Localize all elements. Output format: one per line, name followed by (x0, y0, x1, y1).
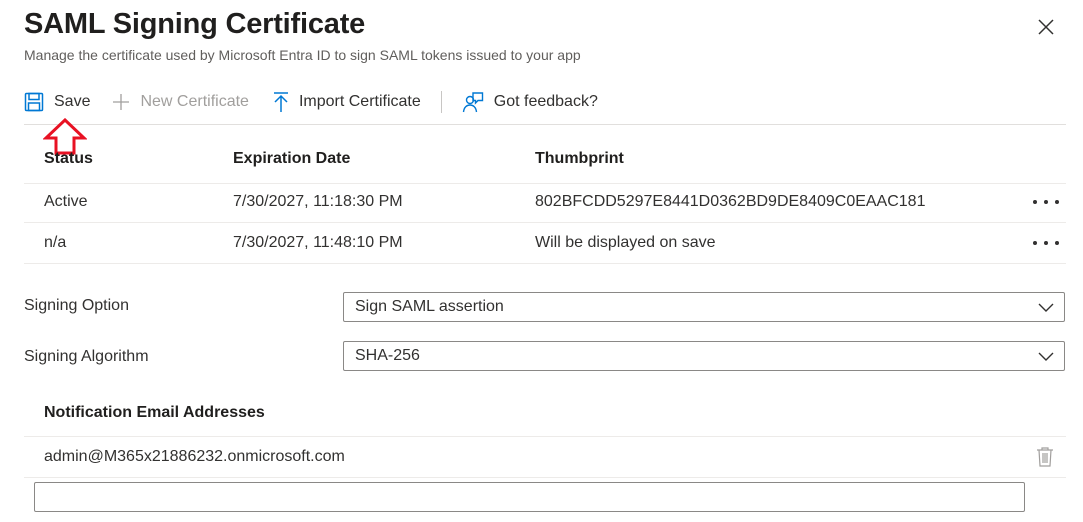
save-label: Save (54, 93, 91, 110)
notification-email: admin@M365x21886232.onmicrosoft.com (44, 448, 345, 465)
feedback-icon (462, 92, 483, 113)
cell-thumbprint: 802BFCDD5297E8441D0362BD9DE8409C0EAAC181 (535, 193, 926, 210)
new-certificate-button[interactable]: New Certificate (112, 84, 249, 120)
chevron-down-icon (1038, 352, 1054, 361)
notification-emails-header: Notification Email Addresses (44, 404, 265, 421)
import-certificate-label: Import Certificate (298, 93, 421, 110)
trash-icon (1037, 447, 1053, 467)
signing-algorithm-label: Signing Algorithm (24, 348, 149, 365)
close-button[interactable] (1034, 15, 1058, 39)
row-divider (24, 436, 1066, 437)
toolbar-divider-line (24, 124, 1066, 125)
save-icon (24, 92, 44, 112)
row-divider (24, 263, 1066, 264)
ellipsis-dot (1044, 200, 1048, 204)
signing-option-label: Signing Option (24, 297, 129, 314)
row-divider (24, 183, 1066, 184)
plus-icon (113, 94, 130, 110)
ellipsis-icon (1033, 200, 1037, 204)
cell-expiration: 7/30/2027, 11:18:30 PM (233, 193, 403, 210)
signing-option-value: Sign SAML assertion (355, 298, 504, 315)
column-header-expiration: Expiration Date (233, 150, 351, 167)
more-options-button[interactable] (1033, 192, 1059, 212)
ellipsis-dot (1055, 241, 1059, 245)
new-email-input[interactable] (34, 482, 1025, 512)
toolbar-divider (440, 91, 442, 113)
signing-algorithm-value: SHA-256 (355, 347, 420, 364)
feedback-label: Got feedback? (493, 93, 598, 110)
cell-expiration: 7/30/2027, 11:48:10 PM (233, 234, 403, 251)
save-button[interactable]: Save (24, 84, 90, 120)
import-certificate-button[interactable]: Import Certificate (273, 84, 421, 120)
row-divider (24, 477, 1066, 478)
cell-thumbprint: Will be displayed on save (535, 234, 716, 251)
ellipsis-dot (1055, 200, 1059, 204)
cell-status: Active (44, 193, 88, 210)
more-options-button[interactable] (1033, 233, 1059, 253)
close-icon (1038, 19, 1054, 35)
column-header-thumbprint: Thumbprint (535, 150, 624, 167)
delete-email-button[interactable] (1035, 446, 1055, 473)
command-bar: Save New Certificate Import Certificate … (24, 84, 598, 120)
feedback-button[interactable]: Got feedback? (462, 84, 598, 120)
column-header-status: Status (44, 150, 93, 167)
ellipsis-dot (1044, 241, 1048, 245)
new-certificate-label: New Certificate (140, 93, 249, 110)
panel-title: SAML Signing Certificate (24, 8, 366, 40)
chevron-down-icon (1038, 303, 1054, 312)
panel-subtitle: Manage the certificate used by Microsoft… (24, 47, 581, 63)
upload-icon (273, 92, 288, 112)
signing-option-dropdown[interactable]: Sign SAML assertion (343, 292, 1065, 322)
cell-status: n/a (44, 234, 67, 251)
ellipsis-icon (1033, 241, 1037, 245)
row-divider (24, 222, 1066, 223)
signing-algorithm-dropdown[interactable]: SHA-256 (343, 341, 1065, 371)
